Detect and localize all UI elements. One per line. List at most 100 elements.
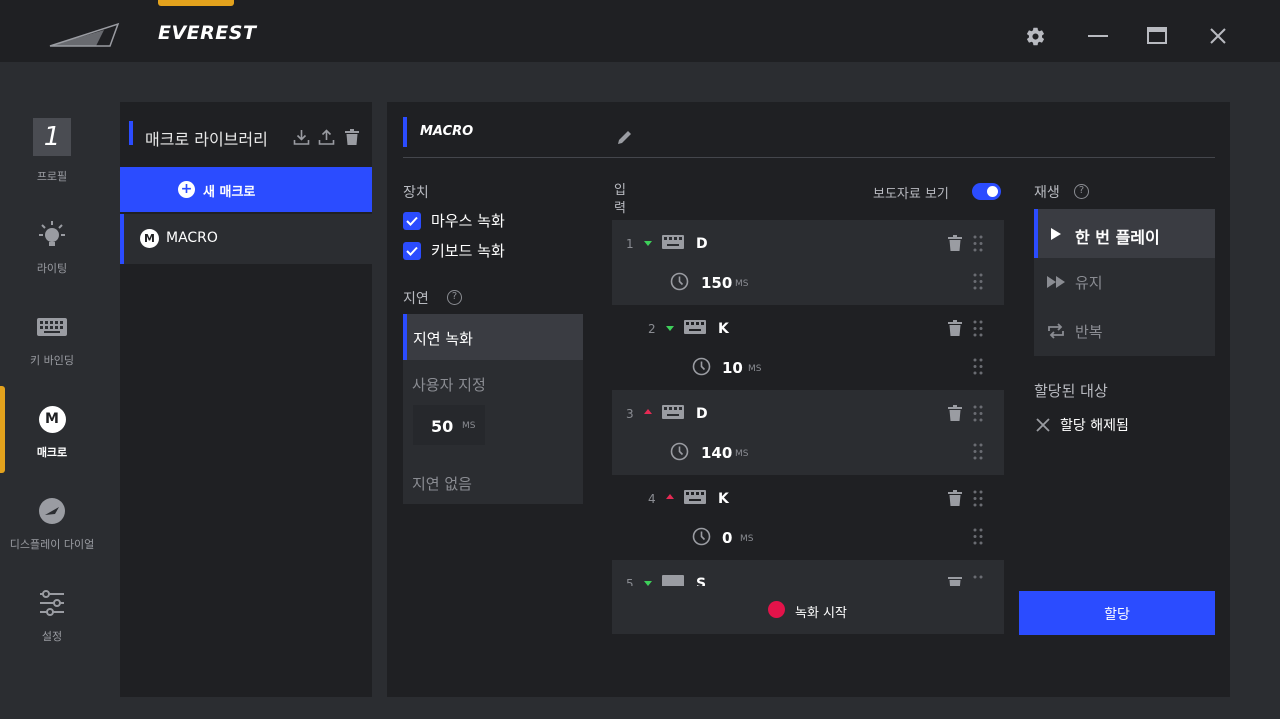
new-macro-button[interactable]: + 새 매크로 — [120, 167, 372, 212]
event-number: 1 — [626, 237, 634, 251]
record-start-button[interactable]: 녹화 시작 — [612, 586, 1004, 634]
toggle-knob — [987, 186, 998, 197]
trash-icon[interactable] — [343, 128, 361, 146]
sliders-icon — [33, 584, 71, 622]
show-label: 보도자료 보기 — [873, 187, 949, 202]
drag-handle-icon[interactable] — [973, 443, 983, 460]
nav-item-lighting[interactable]: 라이팅 — [0, 216, 104, 304]
event-delay[interactable]: 150 — [701, 274, 732, 292]
trash-icon[interactable] — [948, 575, 962, 586]
selected-indicator — [120, 214, 124, 264]
event-key: D — [696, 236, 708, 252]
trash-icon[interactable] — [948, 320, 962, 336]
maximize-icon[interactable] — [1145, 24, 1169, 48]
input-label: 입력 — [614, 183, 626, 216]
keyboard-record-label: 키보드 녹화 — [431, 242, 505, 260]
drag-handle-icon[interactable] — [973, 235, 983, 252]
drag-handle-icon[interactable] — [973, 273, 983, 290]
show-toggle[interactable] — [972, 183, 1001, 200]
event-delay-unit: MS — [748, 364, 762, 374]
event-row[interactable]: 2 K 10 MS — [612, 305, 1004, 390]
help-icon[interactable]: ? — [447, 290, 462, 305]
keyboard-icon — [662, 235, 684, 249]
playback-option-hold[interactable]: 유지 — [1034, 258, 1215, 307]
nav-label: 매크로 — [36, 446, 68, 459]
nav-item-macro[interactable]: M 매크로 — [0, 400, 104, 488]
key-down-arrow-icon — [644, 241, 652, 246]
custom-delay-unit: MS — [462, 421, 476, 431]
selected-indicator — [403, 314, 407, 360]
event-delay[interactable]: 140 — [701, 444, 732, 462]
keyboard-icon — [684, 320, 706, 334]
delay-label: 지연 — [403, 291, 429, 307]
delay-option-none[interactable]: 지연 없음 — [412, 473, 472, 494]
event-delay[interactable]: 10 — [722, 359, 743, 377]
clock-icon — [692, 357, 711, 376]
event-row[interactable]: 5 S — [612, 560, 1004, 586]
trash-icon[interactable] — [948, 405, 962, 421]
play-icon — [1051, 228, 1061, 240]
pencil-icon[interactable] — [616, 128, 634, 146]
trash-icon[interactable] — [948, 490, 962, 506]
new-macro-label: 새 매크로 — [203, 185, 256, 200]
event-delay[interactable]: 0 — [722, 529, 732, 547]
side-navigation: 1 프로필 라이팅 키 바인딩 M 매크로 디스플레이 다이얼 설정 — [0, 62, 104, 719]
drag-handle-icon[interactable] — [973, 358, 983, 375]
nav-label: 라이팅 — [36, 262, 68, 275]
record-label: 녹화 시작 — [795, 606, 847, 621]
trash-icon[interactable] — [948, 235, 962, 251]
assign-button-label: 할당 — [1104, 607, 1130, 623]
help-icon[interactable]: ? — [1074, 184, 1089, 199]
nav-label: 프로필 — [36, 170, 68, 183]
download-icon[interactable] — [292, 128, 310, 146]
close-icon[interactable] — [1206, 24, 1230, 48]
mouse-record-checkbox[interactable] — [403, 212, 421, 230]
event-number: 4 — [648, 492, 656, 506]
upload-icon[interactable] — [317, 128, 335, 146]
nav-label: 설정 — [41, 630, 63, 643]
nav-item-profile[interactable]: 1 프로필 — [0, 118, 104, 206]
checkmark-icon — [406, 216, 418, 226]
minimize-icon[interactable] — [1086, 24, 1110, 48]
unassigned-status[interactable]: 할당 해제됨 — [1034, 415, 1184, 437]
selected-indicator — [1034, 209, 1038, 258]
drag-handle-icon[interactable] — [973, 575, 983, 586]
keyboard-record-checkbox[interactable] — [403, 242, 421, 260]
playback-option-once[interactable]: 한 번 플레이 — [1034, 209, 1215, 258]
nav-label: 키 바인딩 — [30, 354, 74, 367]
nav-item-display-dial[interactable]: 디스플레이 다이얼 — [0, 492, 104, 580]
app-title: EVEREST — [158, 22, 257, 44]
key-up-arrow-icon — [644, 409, 652, 414]
delay-option-custom[interactable]: 사용자 지정 — [412, 374, 486, 395]
nav-item-settings[interactable]: 설정 — [0, 584, 104, 672]
macro-list-item[interactable]: M MACRO — [120, 214, 372, 264]
delay-option-record[interactable]: 지연 녹화 — [403, 314, 583, 360]
event-row[interactable]: 3 D 140 MS — [612, 390, 1004, 475]
nav-item-keybinding[interactable]: 키 바인딩 — [0, 308, 104, 396]
drag-handle-icon[interactable] — [973, 528, 983, 545]
macro-name-accent — [403, 117, 407, 147]
drag-handle-icon[interactable] — [973, 320, 983, 337]
drag-handle-icon[interactable] — [973, 405, 983, 422]
profile-number-icon: 1 — [33, 118, 71, 156]
device-label: 장치 — [403, 185, 429, 201]
event-row[interactable]: 4 K 0 MS — [612, 475, 1004, 560]
event-row[interactable]: 1 D 150 MS — [612, 220, 1004, 305]
clock-icon — [670, 442, 689, 461]
gear-icon[interactable] — [1023, 24, 1047, 48]
macro-badge-icon: M — [140, 229, 159, 248]
custom-delay-input[interactable]: 50 MS — [413, 405, 485, 445]
macro-item-name: MACRO — [166, 230, 218, 246]
playback-option-repeat[interactable]: 반복 — [1034, 307, 1215, 356]
title-accent — [158, 0, 234, 6]
event-key: K — [718, 321, 729, 337]
playback-option-label: 유지 — [1075, 274, 1103, 292]
library-title: 매크로 라이브러리 — [145, 130, 268, 149]
event-key: S — [696, 576, 707, 586]
repeat-icon — [1048, 323, 1064, 339]
checkmark-icon — [406, 246, 418, 256]
assigned-target-label: 할당된 대상 — [1034, 382, 1108, 400]
drag-handle-icon[interactable] — [973, 490, 983, 507]
macro-m-icon: M — [33, 400, 71, 438]
assign-button[interactable]: 할당 — [1019, 591, 1215, 635]
